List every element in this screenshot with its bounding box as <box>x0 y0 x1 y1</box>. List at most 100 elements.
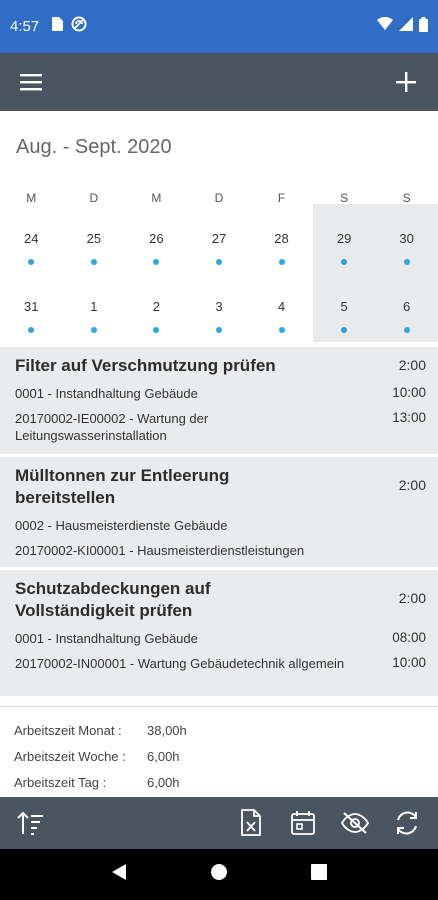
task-card[interactable]: Filter auf Verschmutzung prüfen 2:00 000… <box>0 347 438 454</box>
day-number: 3 <box>215 299 223 314</box>
day-header: M <box>151 191 162 205</box>
calendar-day[interactable]: 2 <box>125 299 188 333</box>
event-dot <box>278 327 285 333</box>
working-time-summary: Arbeitszeit Monat : 38,00h Arbeitszeit W… <box>0 706 438 795</box>
day-header: D <box>89 191 99 205</box>
event-dot <box>153 259 160 265</box>
summary-value: 38,00h <box>147 722 187 738</box>
day-number: 6 <box>403 299 411 314</box>
week-row: 31 1 2 3 4 5 6 <box>0 299 438 333</box>
day-header: S <box>340 191 349 205</box>
task-title: Mülltonnen zur Entleerung bereitstellen <box>15 466 230 507</box>
task-list: Filter auf Verschmutzung prüfen 2:00 000… <box>0 347 438 699</box>
app-bar <box>0 53 438 111</box>
event-dot <box>28 327 35 333</box>
status-time: 4:57 <box>10 18 40 35</box>
status-bar: 4:57 <box>0 0 438 53</box>
calendar-day[interactable]: 27 <box>188 231 251 265</box>
event-dot <box>28 259 35 265</box>
calendar-day[interactable]: 31 <box>0 299 63 333</box>
wifi-icon <box>377 16 393 36</box>
task-card[interactable]: Schutzabdeckungen auf Vollständigkeit pr… <box>0 570 438 696</box>
task-title: Filter auf Verschmutzung prüfen <box>15 356 276 375</box>
task-title: Schutzabdeckungen auf Vollständigkeit pr… <box>15 579 211 620</box>
system-navigation-bar <box>0 849 438 900</box>
calendar-day[interactable]: 25 <box>63 231 126 265</box>
task-time: 10:00 <box>392 385 426 400</box>
task-object: 0001 - Instandhaltung Gebäude <box>15 386 198 401</box>
event-dot <box>153 327 160 333</box>
calendar-day[interactable]: 30 <box>375 231 438 265</box>
task-card[interactable]: Mülltonnen zur Entleerung bereitstellen … <box>0 457 438 567</box>
day-header: F <box>277 191 286 205</box>
calendar-icon[interactable] <box>284 804 322 842</box>
week-calendar: M D M D F S S 24 25 26 27 28 29 30 31 1 … <box>0 180 438 342</box>
day-header: M <box>26 191 37 205</box>
event-dot <box>403 259 410 265</box>
task-time: 10:00 <box>392 655 426 670</box>
event-dot <box>215 259 222 265</box>
calendar-day[interactable]: 1 <box>63 299 126 333</box>
sim-icon <box>51 17 64 36</box>
event-dot <box>90 327 97 333</box>
day-number: 27 <box>211 231 227 246</box>
excel-export-icon[interactable] <box>232 804 270 842</box>
summary-row-day: Arbeitszeit Tag : 6,00h <box>0 769 438 795</box>
task-duration: 2:00 <box>398 357 426 373</box>
calendar-day[interactable]: 6 <box>375 299 438 333</box>
day-number: 24 <box>24 231 39 246</box>
menu-icon[interactable] <box>16 66 48 98</box>
task-object: 0002 - Hausmeisterdienste Gebäude <box>15 518 228 533</box>
bottom-toolbar <box>0 797 438 849</box>
day-header-row: M D M D F S S <box>0 189 438 207</box>
day-number: 28 <box>274 231 289 246</box>
task-order: 20170002-IE00002 - Wartung der Leitungsw… <box>15 411 209 443</box>
visibility-off-icon[interactable] <box>336 804 374 842</box>
summary-label: Arbeitszeit Tag : <box>14 774 107 790</box>
task-order: 20170002-IN00001 - Wartung Gebäudetechni… <box>15 656 345 671</box>
day-number: 25 <box>86 231 102 246</box>
calendar-day[interactable]: 29 <box>313 231 376 265</box>
summary-label: Arbeitszeit Woche : <box>14 748 126 764</box>
summary-row-month: Arbeitszeit Monat : 38,00h <box>0 717 438 743</box>
signal-icon <box>399 17 413 36</box>
event-dot <box>90 259 97 265</box>
event-dot <box>341 327 348 333</box>
calendar-day[interactable]: 5 <box>313 299 376 333</box>
sort-icon[interactable] <box>12 804 50 842</box>
event-dot <box>215 327 222 333</box>
task-order: 20170002-KI00001 - Hausmeisterdienstleis… <box>15 543 305 558</box>
plus-icon[interactable] <box>390 66 422 98</box>
day-header: S <box>402 191 411 205</box>
battery-icon <box>419 16 428 37</box>
day-number: 2 <box>152 299 161 314</box>
day-number: 29 <box>336 231 352 246</box>
calendar-day[interactable]: 4 <box>250 299 313 333</box>
calendar-day[interactable]: 28 <box>250 231 313 265</box>
day-number: 30 <box>399 231 414 246</box>
task-duration: 2:00 <box>398 590 426 606</box>
day-number: 5 <box>340 299 348 314</box>
calendar-day[interactable]: 24 <box>0 231 63 265</box>
home-icon[interactable] <box>210 863 228 886</box>
day-number: 26 <box>149 231 164 246</box>
day-number: 1 <box>90 299 98 314</box>
task-time: 13:00 <box>392 410 426 425</box>
calendar-day[interactable]: 3 <box>188 299 251 333</box>
refresh-icon[interactable] <box>388 804 426 842</box>
task-duration: 2:00 <box>398 477 426 493</box>
task-object: 0001 - Instandhaltung Gebäude <box>15 631 198 646</box>
back-icon[interactable] <box>111 863 127 886</box>
month-title: Aug. - Sept. 2020 <box>16 136 172 158</box>
summary-label: Arbeitszeit Monat : <box>14 722 122 738</box>
event-dot <box>403 327 410 333</box>
summary-row-week: Arbeitszeit Woche : 6,00h <box>0 743 438 769</box>
summary-value: 6,00h <box>147 774 180 790</box>
day-header: D <box>214 191 224 205</box>
event-dot <box>341 259 348 265</box>
event-dot <box>278 259 285 265</box>
sync-status-icon <box>71 16 87 37</box>
recents-icon[interactable] <box>310 864 327 885</box>
week-row: 24 25 26 27 28 29 30 <box>0 231 438 265</box>
calendar-day[interactable]: 26 <box>125 231 188 265</box>
